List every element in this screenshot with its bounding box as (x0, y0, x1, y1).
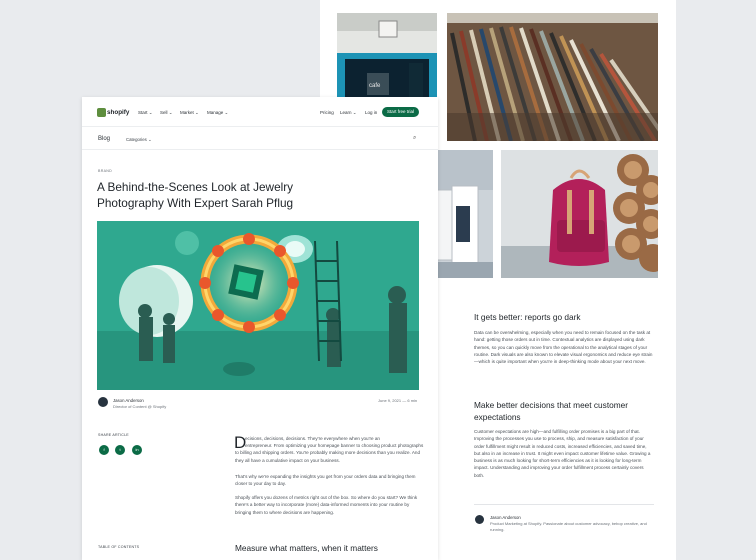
search-icon[interactable]: ⌕ (413, 135, 416, 142)
blog-title[interactable]: Blog (98, 136, 110, 142)
backpack-photo (501, 150, 658, 278)
hero-illustration (97, 221, 419, 390)
twitter-icon[interactable]: t (115, 445, 125, 455)
author-bio: Product Marketing at Shopify. Passionate… (490, 521, 647, 532)
product-boxes-photo (430, 150, 493, 278)
category-badge[interactable]: BRAND (98, 169, 112, 173)
chevron-down-icon: ⌄ (168, 110, 173, 115)
chevron-down-icon: ⌄ (148, 110, 153, 115)
share-label: SHARE ARTICLE (98, 433, 129, 437)
divider (474, 504, 654, 505)
vinyl-records-photo (447, 13, 658, 141)
section-heading-reports: It gets better: reports go dark (474, 312, 581, 322)
author-name[interactable]: Jason Anderson (113, 398, 144, 403)
start-free-trial-button[interactable]: Start free trial (382, 107, 419, 117)
article-paragraph-3: Shopify offers you dozens of metrics rig… (235, 495, 418, 515)
toc-label: TABLE OF CONTENTS (98, 545, 140, 549)
categories-dropdown[interactable]: Categories ⌄ (126, 137, 152, 143)
nav-login-link[interactable]: Log in (365, 110, 377, 115)
brand-logo[interactable]: shopify (107, 109, 129, 116)
section-heading-decisions: Make better decisions that meet customer… (474, 400, 629, 422)
date-read-time: June 9, 2021 — 6 min (378, 398, 418, 403)
nav-pricing-link[interactable]: Pricing (320, 110, 334, 115)
nav-item-sell[interactable]: Sell ⌄ (160, 110, 173, 116)
avatar (98, 397, 108, 407)
author-name: Jason Anderson (490, 515, 521, 520)
author-role: Director of Content @ Shopify (113, 404, 167, 409)
nav-item-start[interactable]: Start ⌄ (138, 110, 153, 116)
section-heading-measure: Measure what matters, when it matters (235, 543, 378, 553)
facebook-icon[interactable]: f (99, 445, 109, 455)
divider (82, 149, 438, 150)
chevron-down-icon: ⌄ (224, 110, 229, 115)
section-body-reports: Data can be overwhelming, especially whe… (474, 330, 653, 365)
nav-item-manage[interactable]: Manage ⌄ (207, 110, 228, 116)
article-paragraph-2: That's why we're expanding the insights … (235, 474, 416, 487)
article-paragraph-1: entrepreneur. From optimizing your homep… (235, 443, 424, 463)
shopify-bag-icon[interactable] (97, 108, 106, 117)
avatar (475, 515, 484, 524)
linkedin-icon[interactable]: in (132, 445, 142, 455)
divider (82, 126, 438, 127)
article-title: A Behind-the-Scenes Look at Jewelry Photo… (97, 180, 294, 210)
section-body-decisions: Customer expectations are high—and fulfi… (474, 429, 651, 478)
svg-text:cafe: cafe (369, 83, 381, 89)
chevron-down-icon: ⌄ (352, 110, 357, 115)
blog-article-card: shopify Start ⌄ Sell ⌄ Market ⌄ Manage ⌄… (82, 97, 438, 560)
nav-item-learn[interactable]: Learn ⌄ (340, 110, 357, 116)
nav-item-market[interactable]: Market ⌄ (180, 110, 199, 116)
chevron-down-icon: ⌄ (147, 137, 152, 142)
chevron-down-icon: ⌄ (195, 110, 199, 115)
